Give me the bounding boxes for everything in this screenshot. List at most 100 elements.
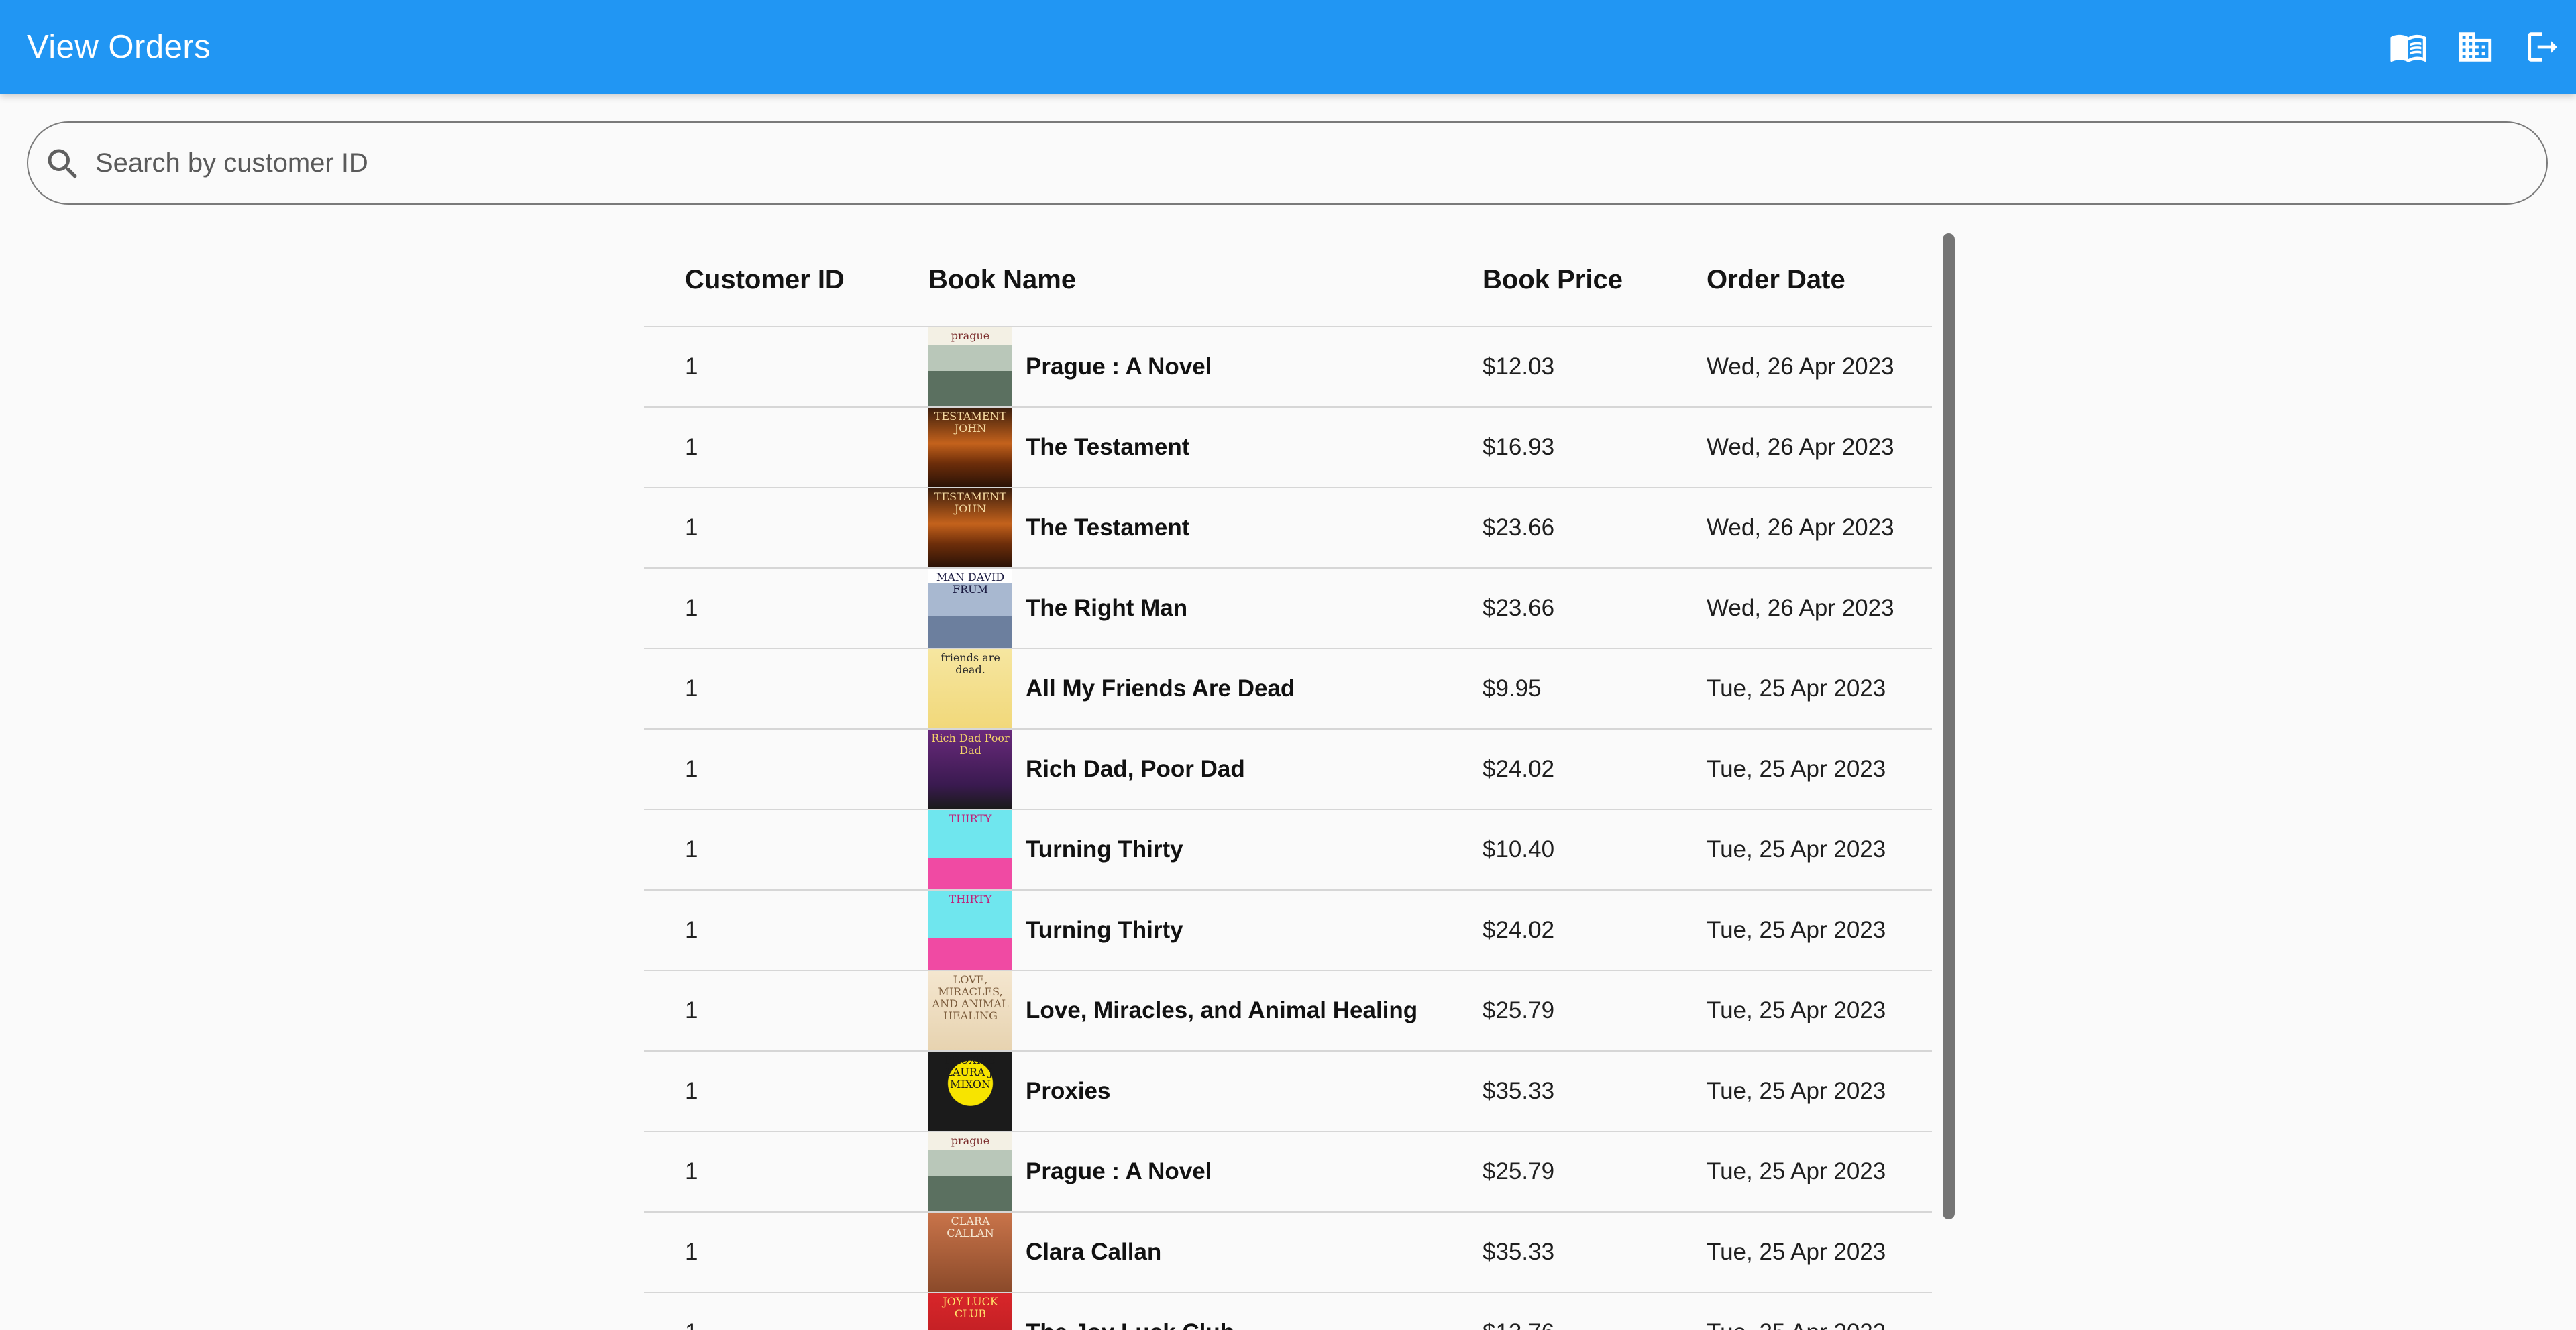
book-name-cell: TESTAMENT JOHN The Testament — [928, 408, 1189, 487]
book-cover-image: TESTAMENT JOHN — [928, 408, 1012, 487]
book-title: Clara Callan — [1026, 1239, 1162, 1265]
book-title: Turning Thirty — [1026, 917, 1183, 943]
order-date-cell: Wed, 26 Apr 2023 — [1707, 434, 1894, 460]
book-cover-text: MAN DAVID FRUM — [936, 571, 1005, 596]
table-row[interactable]: 1 THIRTY Turning Thirty $10.40 Tue, 25 Apr 2… — [644, 810, 1932, 891]
book-title: Prague : A Novel — [1026, 353, 1212, 380]
order-date-cell: Tue, 25 Apr 2023 — [1707, 1078, 1886, 1104]
customer-id-cell: 1 — [685, 1078, 698, 1104]
table-row[interactable]: 1 friends are dead. All My Friends Are Dea… — [644, 649, 1932, 730]
customer-id-cell: 1 — [685, 595, 698, 621]
table-row[interactable]: 1 prague Prague : A Novel $25.79 Tue, 25 Apr… — [644, 1132, 1932, 1213]
book-name-cell: CLARA CALLAN Clara Callan — [928, 1213, 1161, 1292]
orders-table: Customer ID Book Name Book Price Order D… — [644, 233, 1932, 1330]
book-cover-image: prague — [928, 1132, 1012, 1211]
table-row[interactable]: 1 JOY LUCK CLUB The Joy Luck Club $13.76 Tue… — [644, 1293, 1932, 1330]
book-cover-image: JOY LUCK CLUB — [928, 1293, 1012, 1330]
book-cover-text: TESTAMENT JOHN — [934, 410, 1007, 435]
customer-id-cell: 1 — [685, 997, 698, 1023]
order-date-cell: Tue, 25 Apr 2023 — [1707, 1158, 1886, 1184]
book-cover-image: PROXIES LAURA J. MIXON — [928, 1052, 1012, 1131]
book-title: Prague : A Novel — [1026, 1158, 1212, 1184]
book-cover-text: PROXIES LAURA J. MIXON — [945, 1054, 996, 1091]
customer-id-cell: 1 — [685, 1293, 698, 1330]
book-title: Love, Miracles, and Animal Healing — [1026, 997, 1418, 1023]
book-price-cell: $35.33 — [1483, 1078, 1555, 1104]
table-body: 1 prague Prague : A Novel $12.03 Wed, 26 Apr… — [644, 327, 1932, 1330]
table-row[interactable]: 1 PROXIES LAURA J. MIXON Proxies $35.33 Tue,… — [644, 1052, 1932, 1132]
book-cover-image: Rich Dad Poor Dad — [928, 730, 1012, 809]
book-name-cell: LOVE, MIRACLES, AND ANIMAL HEALING Love, … — [928, 971, 1417, 1050]
search-input[interactable] — [95, 123, 2510, 203]
customer-id-cell: 1 — [685, 836, 698, 863]
book-title: The Right Man — [1026, 595, 1188, 621]
book-price-cell: $24.02 — [1483, 917, 1555, 943]
header-book-price[interactable]: Book Price — [1483, 233, 1623, 326]
book-cover-image: TESTAMENT JOHN — [928, 488, 1012, 567]
table-row[interactable]: 1 LOVE, MIRACLES, AND ANIMAL HEALING Love,… — [644, 971, 1932, 1052]
book-title: The Joy Luck Club — [1026, 1293, 1234, 1330]
header-book-name[interactable]: Book Name — [928, 233, 1076, 326]
book-cover-text: prague — [951, 329, 990, 342]
order-date-cell: Tue, 25 Apr 2023 — [1707, 1239, 1886, 1265]
table-row[interactable]: 1 Rich Dad Poor Dad Rich Dad, Poor Dad $24.… — [644, 730, 1932, 810]
book-price-cell: $12.03 — [1483, 353, 1555, 380]
book-cover-text: CLARA CALLAN — [947, 1215, 994, 1239]
table-row[interactable]: 1 prague Prague : A Novel $12.03 Wed, 26 Apr… — [644, 327, 1932, 408]
table-header: Customer ID Book Name Book Price Order D… — [644, 233, 1932, 327]
table-row[interactable]: 1 MAN DAVID FRUM The Right Man $23.66 Wed, 2… — [644, 569, 1932, 649]
book-price-cell: $25.79 — [1483, 1158, 1555, 1184]
header-order-date[interactable]: Order Date — [1707, 233, 1845, 326]
book-price-cell: $35.33 — [1483, 1239, 1555, 1265]
menu-book-button[interactable] — [2388, 27, 2428, 67]
order-date-cell: Tue, 25 Apr 2023 — [1707, 917, 1886, 943]
table-row[interactable]: 1 TESTAMENT JOHN The Testament $16.93 Wed, 2… — [644, 408, 1932, 488]
book-price-cell: $25.79 — [1483, 997, 1555, 1023]
book-title: The Testament — [1026, 514, 1190, 541]
book-price-cell: $16.93 — [1483, 434, 1555, 460]
header-customer-id[interactable]: Customer ID — [685, 233, 845, 326]
book-cover-image: friends are dead. — [928, 649, 1012, 728]
book-name-cell: MAN DAVID FRUM The Right Man — [928, 569, 1187, 648]
customer-id-cell: 1 — [685, 917, 698, 943]
order-date-cell: Tue, 25 Apr 2023 — [1707, 756, 1886, 782]
logout-button[interactable] — [2522, 27, 2563, 67]
book-title: Rich Dad, Poor Dad — [1026, 756, 1245, 782]
book-cover-image: LOVE, MIRACLES, AND ANIMAL HEALING — [928, 971, 1012, 1050]
book-name-cell: PROXIES LAURA J. MIXON Proxies — [928, 1052, 1110, 1131]
table-row[interactable]: 1 THIRTY Turning Thirty $24.02 Tue, 25 Apr 2… — [644, 891, 1932, 971]
book-name-cell: JOY LUCK CLUB The Joy Luck Club — [928, 1293, 1234, 1330]
customer-id-cell: 1 — [685, 1158, 698, 1184]
app-bar-actions — [2388, 0, 2563, 94]
page-title: View Orders — [27, 29, 211, 65]
app-bar: View Orders — [0, 0, 2576, 94]
book-name-cell: THIRTY Turning Thirty — [928, 810, 1183, 889]
customer-id-cell: 1 — [685, 434, 698, 460]
business-button[interactable] — [2455, 27, 2496, 67]
book-cover-text: THIRTY — [949, 812, 992, 825]
customer-id-cell: 1 — [685, 675, 698, 702]
book-cover-text: THIRTY — [949, 893, 992, 905]
book-cover-text: Rich Dad Poor Dad — [931, 732, 1010, 757]
book-title: Turning Thirty — [1026, 836, 1183, 863]
order-date-cell: Tue, 25 Apr 2023 — [1707, 675, 1886, 702]
book-title: All My Friends Are Dead — [1026, 675, 1295, 702]
book-cover-image: THIRTY — [928, 810, 1012, 889]
table-row[interactable]: 1 CLARA CALLAN Clara Callan $35.33 Tue, 25 A… — [644, 1213, 1932, 1293]
book-cover-text: LOVE, MIRACLES, AND ANIMAL HEALING — [932, 973, 1009, 1022]
menu-book-icon — [2390, 34, 2426, 62]
scrollbar[interactable] — [1943, 233, 1955, 1219]
book-title: The Testament — [1026, 434, 1190, 460]
book-cover-text: prague — [951, 1134, 990, 1147]
table-row[interactable]: 1 TESTAMENT JOHN The Testament $23.66 Wed, 2… — [644, 488, 1932, 569]
book-name-cell: prague Prague : A Novel — [928, 1132, 1212, 1211]
book-price-cell: $13.76 — [1483, 1293, 1554, 1330]
customer-id-cell: 1 — [685, 1239, 698, 1265]
order-date-cell: Tue, 25 Apr 2023 — [1707, 997, 1886, 1023]
book-cover-image: MAN DAVID FRUM — [928, 569, 1012, 648]
book-cover-text: TESTAMENT JOHN — [934, 490, 1007, 515]
customer-id-cell: 1 — [685, 353, 698, 380]
book-cover-image: THIRTY — [928, 891, 1012, 970]
search-icon — [43, 144, 83, 184]
order-date-cell: Wed, 26 Apr 2023 — [1707, 595, 1894, 621]
